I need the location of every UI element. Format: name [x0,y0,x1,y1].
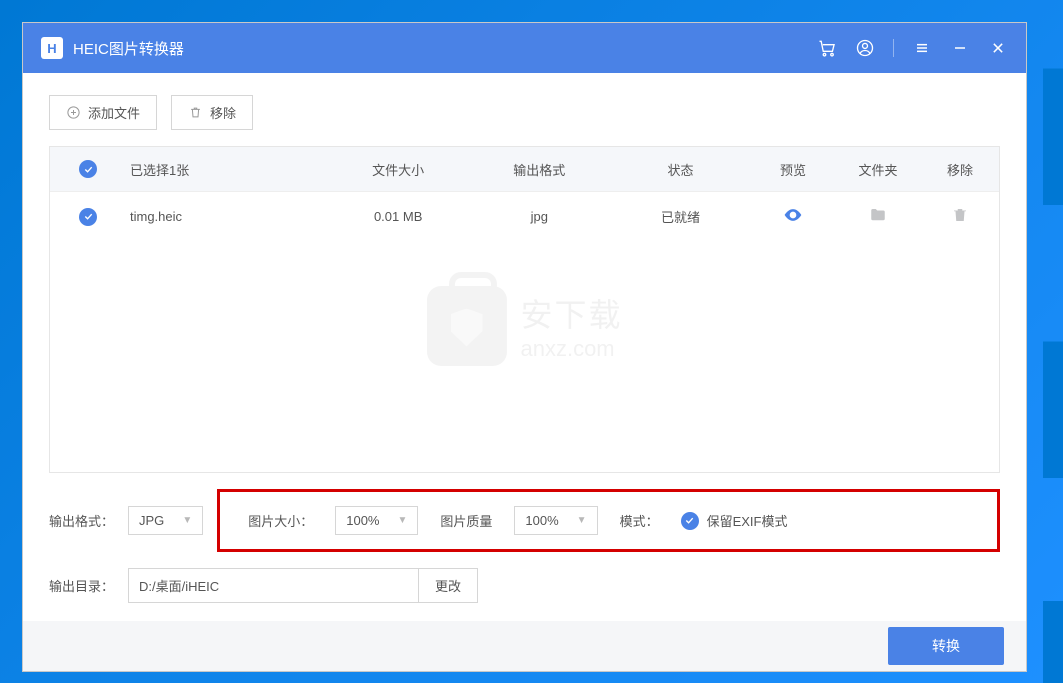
output-path-input[interactable] [129,571,418,600]
image-size-select[interactable]: 100% ▼ [335,506,418,535]
header-size: 文件大小 [328,160,469,179]
caret-down-icon: ▼ [182,515,192,526]
row-size: 0.01 MB [328,209,469,224]
row-filename: timg.heic [126,209,328,224]
change-dir-button[interactable]: 更改 [418,569,477,602]
titlebar-actions [817,38,1008,58]
settings-row: 输出格式： JPG ▼ 图片大小： 100% ▼ 图片质量 100% ▼ 模式： [49,489,1000,552]
caret-down-icon: ▼ [577,515,587,526]
file-table: 已选择1张 文件大小 输出格式 状态 预览 文件夹 移除 timg.heic 0… [49,146,1000,473]
close-icon[interactable] [988,38,1008,58]
row-check-icon [79,208,97,226]
output-format-select[interactable]: JPG ▼ [128,506,203,535]
output-row: 输出目录： 更改 [49,568,1000,603]
app-logo: H [41,37,63,59]
trash-row-icon [951,206,969,224]
output-dir-label: 输出目录： [49,576,114,595]
cart-icon[interactable] [817,38,837,58]
image-quality-select[interactable]: 100% ▼ [514,506,597,535]
convert-button[interactable]: 转换 [888,627,1004,665]
check-all-icon [79,160,97,178]
footer: 转换 [23,621,1026,671]
watermark-bag-icon [426,286,506,366]
header-folder: 文件夹 [835,160,921,179]
folder-icon [869,206,887,224]
highlight-box: 图片大小： 100% ▼ 图片质量 100% ▼ 模式： 保留EXIF模式 [217,489,1000,552]
header-remove: 移除 [921,160,999,179]
eye-icon [783,205,803,225]
header-checkbox[interactable] [50,160,126,178]
output-format-label: 输出格式： [49,511,114,530]
row-preview[interactable] [751,205,835,228]
watermark-en: anxz.com [520,336,622,362]
exif-label: 保留EXIF模式 [707,511,788,530]
header-format: 输出格式 [469,160,610,179]
minimize-icon[interactable] [950,38,970,58]
toolbar: 添加文件 移除 [49,95,1000,130]
table-row[interactable]: timg.heic 0.01 MB jpg 已就绪 [50,191,999,241]
plus-circle-icon [66,105,81,120]
titlebar-divider [893,39,894,57]
row-status: 已就绪 [610,207,751,226]
content-area: 添加文件 移除 已选择1张 文件大小 输出格式 状态 预览 文件夹 移除 [23,73,1026,621]
desktop-edge [1043,0,1063,683]
row-folder[interactable] [835,206,921,227]
titlebar: H HEIC图片转换器 [23,23,1026,73]
watermark: 安下载 anxz.com [426,286,622,366]
remove-label: 移除 [210,103,236,122]
mode-label: 模式： [620,511,659,530]
exif-checkbox[interactable]: 保留EXIF模式 [681,511,788,530]
image-size-label: 图片大小： [248,511,313,530]
row-checkbox[interactable] [50,208,126,226]
output-path-group: 更改 [128,568,478,603]
header-status: 状态 [610,160,751,179]
app-window: H HEIC图片转换器 添加文件 移除 [22,22,1027,672]
remove-button[interactable]: 移除 [171,95,253,130]
header-preview: 预览 [751,160,835,179]
watermark-cn: 安下载 [520,290,622,336]
image-size-value: 100% [346,513,379,528]
user-icon[interactable] [855,38,875,58]
output-format-value: JPG [139,513,164,528]
header-selected: 已选择1张 [126,160,328,179]
image-quality-value: 100% [525,513,558,528]
caret-down-icon: ▼ [397,515,407,526]
image-quality-label: 图片质量 [440,511,492,530]
row-format: jpg [469,209,610,224]
add-file-button[interactable]: 添加文件 [49,95,157,130]
exif-check-icon [681,512,699,530]
row-remove[interactable] [921,206,999,227]
trash-icon [188,105,203,120]
add-file-label: 添加文件 [88,103,140,122]
table-header: 已选择1张 文件大小 输出格式 状态 预览 文件夹 移除 [50,147,999,191]
app-title: HEIC图片转换器 [73,38,817,59]
menu-icon[interactable] [912,38,932,58]
